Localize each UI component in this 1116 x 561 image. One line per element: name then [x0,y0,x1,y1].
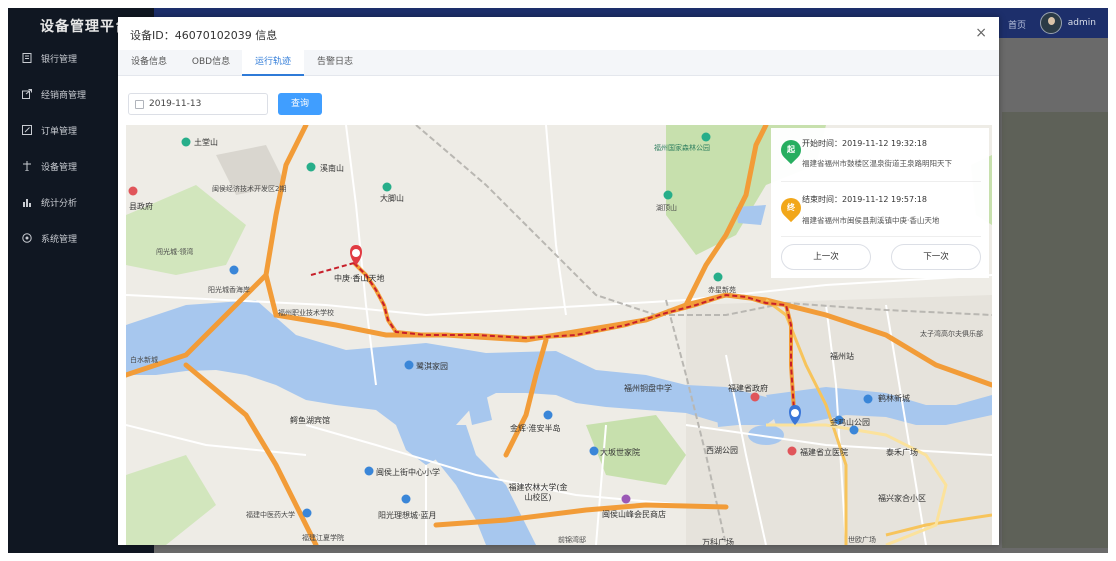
map-label: 县政府 [129,202,153,211]
settings-icon [22,233,32,243]
map-label: 湖顶山 [656,204,677,212]
map-label: 阳光城香海岸 [208,286,250,294]
start-address: 福建省福州市鼓楼区温泉街道王泉路明阳天下 [802,159,952,168]
export-icon [22,89,32,99]
map-label: 福建省立医院 [800,448,848,457]
map-label: 福建省政府 [728,384,768,393]
map-label: 福州国家森林公园 [654,144,710,152]
tab-obd-info[interactable]: OBD信息 [180,50,242,76]
next-trip-button[interactable]: 下一次 [891,244,981,270]
map-label: 世欧广场 [848,536,876,544]
start-badge-icon: 起 [776,135,806,165]
map-label: 闽侯经济技术开发区2期 [212,185,287,193]
prev-trip-button[interactable]: 上一次 [781,244,871,270]
end-marker-icon[interactable] [350,245,362,265]
sidebar-item-label: 统计分析 [41,198,78,209]
tab-device-info[interactable]: 设备信息 [118,50,180,76]
avatar[interactable] [1040,12,1062,34]
map-label: 闯光城·领湾 [156,248,194,256]
tab-alarm-log[interactable]: 告警日志 [304,50,366,76]
map-label: 鹤林新城 [878,394,910,403]
query-button[interactable]: 查询 [278,93,322,115]
edit-icon [22,125,32,135]
map-label: 福州职业技术学校 [278,309,334,317]
dialog-title: 设备ID：46070102039 信息 [130,29,278,42]
map-label: 福建江夏学院 [302,534,344,542]
screen: 设备管理平台 银行管理 经销商管理 订单管理 设备管理 统计分析 系统管理 首页 [8,8,1108,553]
map-label: 福建农林大学(金山校区) [508,483,568,502]
map-label: 鳄鱼湖宾馆 [290,416,330,425]
sidebar-item-label: 银行管理 [41,54,78,65]
map-label: 赤星新苑 [708,286,736,294]
sidebar-item-label: 系统管理 [41,234,78,245]
date-value: 2019-11-13 [149,99,202,109]
map-label: 土堂山 [194,138,218,147]
map-label: 鹭淇家园 [416,362,448,371]
end-time: 结束时间：2019-11-12 19:57:18 [802,195,927,204]
home-link[interactable]: 首页 [1008,18,1026,31]
map-label: 福州站 [830,352,854,361]
map-label: 阳光理想城·蓝月 [378,511,437,520]
background-map [1002,112,1108,548]
map-label: 溪南山 [320,164,344,173]
map-label: 闽侯山峰会民商店 [602,510,666,519]
map-label: 金辉·淮安半岛 [510,424,561,433]
map-label: 福州铜盘中学 [624,384,672,393]
track-map[interactable]: 土堂山 溪南山 大脚山 闽侯经济技术开发区2期 县政府 闯光城·领湾 阳光城香海… [126,125,992,545]
sidebar-item-label: 经销商管理 [41,90,87,101]
start-time: 开始时间：2019-11-12 19:32:18 [802,139,927,148]
map-label: 泰禾广场 [886,448,918,457]
map-label: 太子湾高尔夫俱乐部 [920,330,983,338]
map-label: 福兴家合小区 [878,494,926,503]
map-label: 万科广场 [702,538,734,545]
username[interactable]: admin [1068,18,1096,28]
map-label: 闽侯上街中心小学 [376,468,440,477]
tab-bar: 设备信息 OBD信息 运行轨迹 告警日志 [118,50,999,76]
map-label: 大坂世家院 [600,448,640,457]
device-info-dialog: 设备ID：46070102039 信息 × 设备信息 OBD信息 运行轨迹 告警… [118,17,999,545]
trip-info-card: 起 开始时间：2019-11-12 19:32:18 福建省福州市鼓楼区温泉街道… [771,128,989,278]
bar-chart-icon [22,197,32,207]
close-icon[interactable]: × [975,25,987,41]
calendar-icon [135,100,144,109]
sidebar-item-label: 设备管理 [41,162,78,173]
map-label: 金鸡山公园 [830,418,870,427]
document-icon [22,53,32,63]
tab-track[interactable]: 运行轨迹 [242,50,304,76]
end-badge-icon: 终 [776,193,806,223]
end-address: 福建省福州市闽侯县荆溪镇中庚·香山天地 [802,216,940,225]
device-icon [22,161,32,171]
map-label: 福建中医药大学 [246,511,295,519]
divider [781,236,981,237]
date-picker[interactable]: 2019-11-13 [128,93,268,115]
dialog-header: 设备ID：46070102039 信息 × [118,17,999,49]
map-label: 中庚·香山天地 [334,274,385,283]
app-title: 设备管理平台 [40,19,130,35]
divider [781,181,981,182]
map-label: 大脚山 [380,194,404,203]
map-label: 西湖公园 [706,446,738,455]
map-label: 白水新城 [130,356,158,364]
sidebar-item-label: 订单管理 [41,126,78,137]
map-label: 前锦湾邸 [558,536,586,544]
